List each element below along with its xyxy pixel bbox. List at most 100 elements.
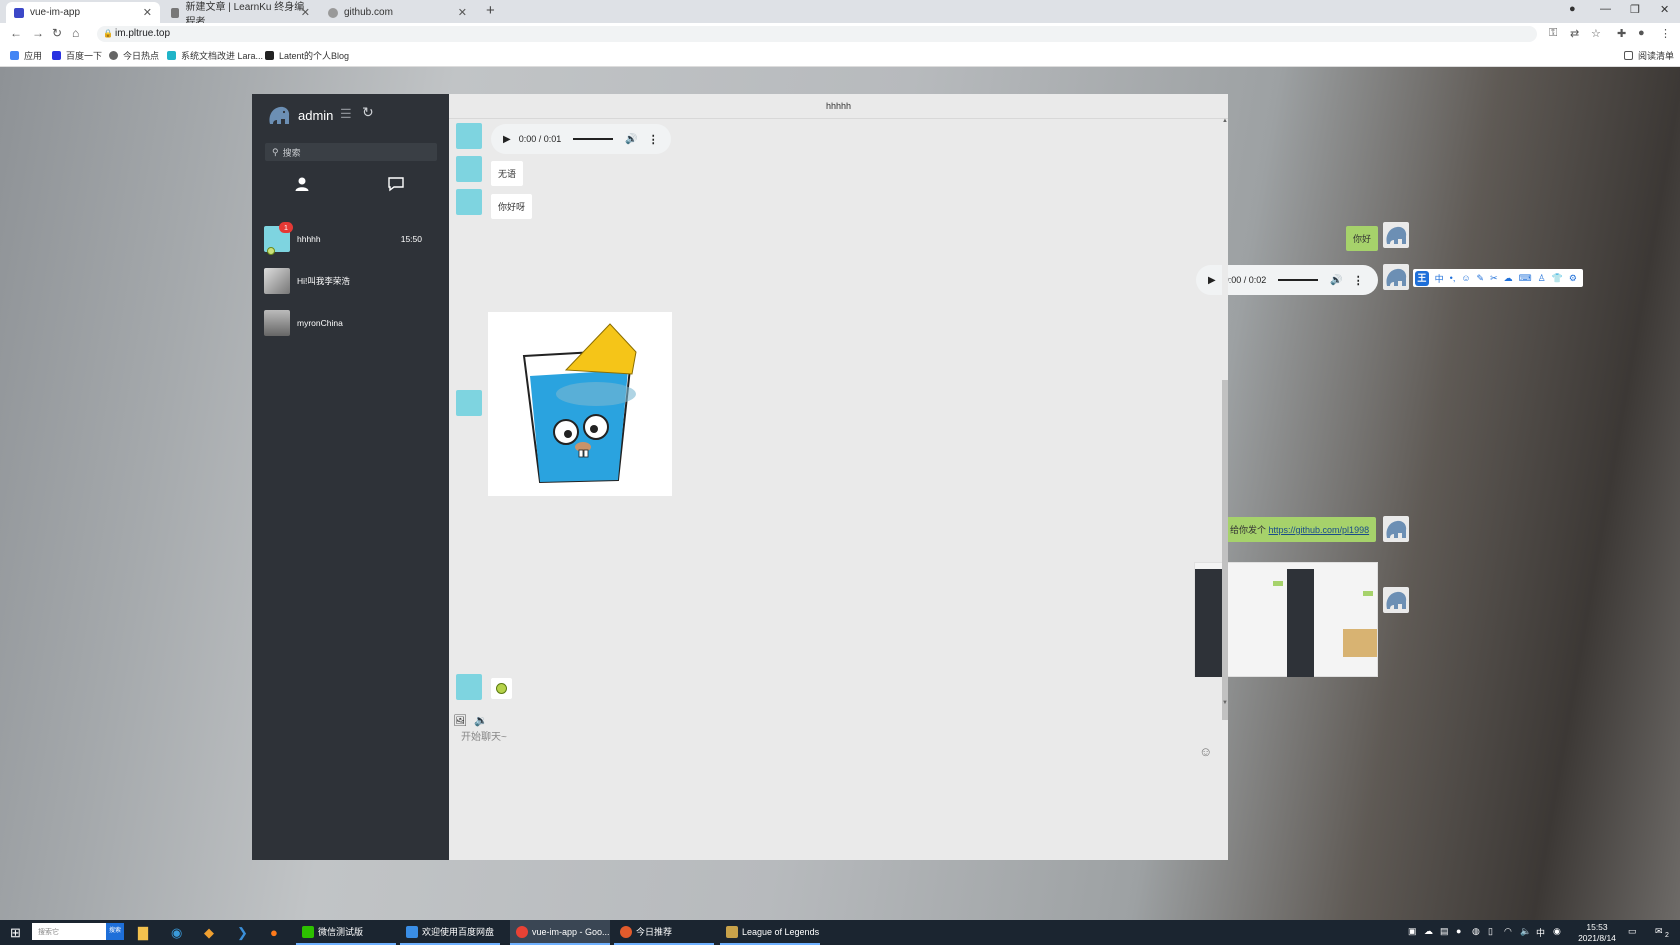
taskbar-clock[interactable]: 15:53 2021/8/14 [1571,922,1623,944]
taskbar-search-input[interactable]: 搜索它 搜索 [32,923,124,940]
play-icon[interactable]: ▶ [1208,275,1216,286]
ime-settings-icon[interactable]: ⚙ [1569,273,1577,284]
ime-chinese-icon[interactable]: 中 [1435,272,1444,285]
tray-battery-icon[interactable]: ▯ [1488,926,1493,937]
file-explorer-icon[interactable]: ▇ [138,925,148,941]
audio-progress-bar[interactable] [573,138,614,140]
message-list[interactable]: ▶ 0:00 / 0:01 🔊 ⋮ 无语 你好呀 你好 ▶ 0:00 / 0:0 [449,119,1409,711]
browser-tab-learnku[interactable]: 新建文章 | LearnKu 终身编程者... ✕ [163,2,318,28]
url-field[interactable]: 🔒 im.pltrue.top [97,26,1537,42]
emoji-picker-icon[interactable]: ☺ [1199,744,1212,759]
audio-player[interactable]: ▶ 0:00 / 0:01 🔊 ⋮ [491,124,671,154]
contact-item-lironghao[interactable]: Hi!叫我李荣浩 [264,266,442,296]
ime-floating-toolbar[interactable]: 王 中 •, ☺ ✎ ✂ ☁ ⌨ ♙ 👕 ⚙ [1413,269,1583,287]
minimize-window-button[interactable]: — [1600,3,1611,15]
bookmark-blog[interactable]: Latent的个人Blog [265,49,349,62]
image-upload-icon[interactable]: 🖼 [453,714,467,727]
contacts-tab-person-icon[interactable] [294,176,310,197]
browser-tab-github[interactable]: github.com ✕ [320,2,475,23]
vscode-icon[interactable]: ❯ [237,925,248,941]
tray-ime-indicator[interactable]: 中 [1536,926,1545,939]
tray-network-icon[interactable]: ◠ [1504,926,1512,937]
gopher-avatar [456,123,482,149]
tray-volume-icon[interactable]: 🔈 [1520,926,1531,937]
volume-icon[interactable]: 🔊 [1330,275,1342,286]
tray-app-icon[interactable]: ▣ [1408,926,1417,937]
reload-icon[interactable]: ↻ [52,26,62,40]
more-options-icon[interactable]: ⋮ [648,133,659,146]
scroll-thumb[interactable] [1222,380,1228,720]
baidu-icon [52,51,61,60]
bookmark-hot[interactable]: 今日热点 [109,49,159,62]
ime-scissors-icon[interactable]: ✂ [1490,273,1498,284]
key-icon[interactable]: ⚿ [1549,27,1557,40]
taskbar-app-lol[interactable]: League of Legends [720,920,820,945]
message-scrollbar[interactable]: ▲ ▼ [1220,118,1228,720]
thumb-image [1343,629,1377,657]
bookmark-baidu[interactable]: 百度一下 [52,49,102,62]
ime-keyboard-icon[interactable]: ⌨ [1519,273,1532,284]
more-options-icon[interactable]: ⋮ [1353,274,1364,287]
tray-wechat-icon[interactable]: ◍ [1472,926,1480,937]
ime-punct-icon[interactable]: •, [1450,273,1456,283]
bookmark-apps[interactable]: 应用 [10,49,42,62]
restore-window-button[interactable]: ❐ [1630,3,1640,16]
close-tab-icon[interactable]: ✕ [143,6,152,19]
taskbar-app-baidu-netdisk[interactable]: 欢迎使用百度网盘 [400,920,500,945]
ime-cloud-icon[interactable]: ☁ [1504,273,1513,284]
ime-emoji-icon[interactable]: ☺ [1461,273,1470,283]
forward-icon[interactable]: → [32,26,44,40]
translate-icon[interactable]: ⇄ [1570,27,1579,40]
taskbar-search-button[interactable]: 搜索 [106,923,124,940]
edge-browser-icon[interactable]: ◉ [171,925,182,941]
my-link-message: 给你发个 https://github.com/pl1998 [1223,517,1377,542]
ime-pen-icon[interactable]: ✎ [1477,273,1485,284]
github-link[interactable]: https://github.com/pl1998 [1269,525,1370,535]
action-center-icon[interactable]: ▭ [1628,926,1637,937]
notification-icon[interactable]: ✉ [1655,926,1663,937]
browser-tab-vue-im-app[interactable]: vue-im-app ✕ [6,2,160,23]
star-icon[interactable]: ☆ [1591,27,1601,40]
message-input[interactable]: 开始聊天~ [461,728,507,743]
bookmark-label: Latent的个人Blog [279,51,350,61]
refresh-icon[interactable]: ↻ [362,104,374,121]
extensions-icon[interactable]: ✚ [1617,27,1626,40]
menu-icon[interactable]: ☰ [340,106,352,122]
taskbar-app-wechat[interactable]: 微信测试版 [296,920,396,945]
tray-ime-icon[interactable]: ◉ [1553,926,1561,937]
profile-menu-icon[interactable]: ● [1569,3,1576,15]
taskbar-app-chrome[interactable]: vue-im-app - Goo... [510,920,610,945]
tray-app-icon[interactable]: ▤ [1440,926,1449,937]
new-tab-button[interactable]: + [486,2,495,19]
scroll-up-icon[interactable]: ▲ [1222,118,1228,124]
taskbar-app-recommend[interactable]: 今日推荐 [614,920,714,945]
close-window-button[interactable]: ✕ [1660,3,1669,16]
contact-item-hhhhh[interactable]: 1 hhhhh 15:50 [264,222,442,255]
voice-record-icon[interactable]: 🔉 [474,714,488,727]
firefox-icon[interactable]: ● [270,925,278,940]
contact-name: Hi!叫我李荣浩 [297,276,350,286]
bookmark-docs[interactable]: 系统文档改进 Lara... [167,49,263,62]
image-message[interactable] [488,312,672,496]
scroll-down-icon[interactable]: ▼ [1222,700,1228,706]
tray-recommend-icon[interactable]: ● [1456,926,1461,936]
back-icon[interactable]: ← [10,26,22,40]
profile-icon[interactable]: ● [1638,27,1645,39]
play-icon[interactable]: ▶ [503,134,511,145]
more-menu-icon[interactable]: ⋮ [1660,27,1671,40]
home-icon[interactable]: ⌂ [72,26,79,40]
ime-shirt-icon[interactable]: 👕 [1552,273,1563,284]
git-icon[interactable]: ◆ [204,925,214,941]
reading-list[interactable]: 阅读清单 [1624,49,1674,62]
tray-onedrive-icon[interactable]: ☁ [1424,926,1433,937]
ime-user-icon[interactable]: ♙ [1538,273,1546,284]
close-tab-icon[interactable]: ✕ [301,6,310,19]
windows-start-icon[interactable]: ⊞ [10,925,21,941]
audio-progress-bar[interactable] [1278,279,1319,281]
ime-main-icon[interactable]: 王 [1415,270,1429,286]
contact-item-myronchina[interactable]: myronChina [264,308,442,338]
chats-tab-message-icon[interactable] [387,176,405,197]
search-input[interactable]: ⚲ 搜索 [265,143,437,161]
volume-icon[interactable]: 🔊 [625,134,637,145]
close-tab-icon[interactable]: ✕ [458,6,467,19]
